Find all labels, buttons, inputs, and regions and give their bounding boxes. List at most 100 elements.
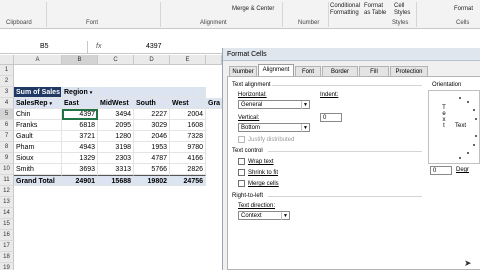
row-header[interactable]: 19 — [0, 263, 14, 270]
row-header[interactable]: 2 — [0, 76, 14, 87]
format-button[interactable]: Format — [454, 6, 473, 12]
grand-total-cell[interactable]: 19802 — [134, 175, 170, 186]
cell-styles-button[interactable]: Cell Styles — [394, 3, 412, 17]
table-cell[interactable]: 2004 — [170, 109, 206, 120]
table-cell[interactable]: 5766 — [134, 164, 170, 175]
pivot-col-label[interactable]: West — [170, 98, 206, 109]
grand-total-label[interactable]: Grand Total — [14, 175, 62, 186]
table-cell[interactable]: 1329 — [62, 153, 98, 164]
indent-stepper[interactable]: 0 — [320, 113, 342, 122]
table-cell[interactable]: 2046 — [134, 131, 170, 142]
filter-dropdown-icon[interactable]: ▾ — [90, 90, 93, 96]
row-header[interactable]: 6 — [0, 120, 14, 131]
row-header[interactable]: 1 — [0, 65, 14, 76]
table-cell[interactable]: 4166 — [170, 153, 206, 164]
column-header-e[interactable]: E — [170, 55, 206, 65]
formula-input[interactable]: 4397 — [146, 41, 162, 53]
function-icon[interactable]: fx — [96, 41, 101, 53]
table-cell[interactable]: 3029 — [134, 120, 170, 131]
row-header[interactable]: 17 — [0, 241, 14, 252]
pivot-data-field[interactable]: Sum of Sales — [14, 87, 62, 98]
text-direction-label: Text direction: — [238, 203, 276, 209]
table-cell-selected[interactable]: 4397 — [62, 109, 98, 120]
orientation-control[interactable]: Text Text — [428, 90, 480, 164]
styles-group-label: Styles — [392, 20, 409, 26]
name-box[interactable]: B5 — [0, 41, 88, 53]
select-all-corner[interactable] — [0, 55, 14, 65]
row-header[interactable]: 7 — [0, 131, 14, 142]
column-header-b[interactable]: B — [62, 55, 98, 65]
wrap-text-checkbox[interactable] — [238, 158, 245, 165]
vertical-select[interactable]: Bottom ▼ — [238, 123, 310, 132]
row-header[interactable]: 8 — [0, 142, 14, 153]
row-header[interactable]: 18 — [0, 252, 14, 263]
row-header[interactable]: 3 — [0, 87, 14, 98]
table-cell[interactable]: 9780 — [170, 142, 206, 153]
column-header-a[interactable]: A — [14, 55, 62, 65]
row-header[interactable]: 15 — [0, 219, 14, 230]
table-cell[interactable]: 2227 — [134, 109, 170, 120]
pivot-row-label[interactable]: Sioux — [14, 153, 62, 164]
column-header-f[interactable] — [206, 55, 222, 65]
table-cell[interactable]: 6818 — [62, 120, 98, 131]
pivot-row-field[interactable]: SalesRep ▾ — [14, 98, 62, 109]
pivot-col-label[interactable]: South — [134, 98, 170, 109]
column-header-c[interactable]: C — [98, 55, 134, 65]
row-header[interactable]: 10 — [0, 164, 14, 175]
vertical-text-orientation[interactable]: Text — [441, 105, 447, 129]
degrees-stepper[interactable]: 0 — [430, 166, 452, 175]
table-cell[interactable]: 3198 — [98, 142, 134, 153]
grand-total-cell[interactable]: 24901 — [62, 175, 98, 186]
table-cell[interactable]: 4943 — [62, 142, 98, 153]
merge-center-button[interactable]: Merge & Center — [232, 6, 274, 12]
vertical-label: Vertical: — [238, 115, 260, 121]
pivot-row-label[interactable]: Pham — [14, 142, 62, 153]
row-header[interactable]: 9 — [0, 153, 14, 164]
filter-dropdown-icon[interactable]: ▾ — [49, 101, 52, 107]
table-cell[interactable]: 3721 — [62, 131, 98, 142]
row-header[interactable]: 5 — [0, 109, 14, 120]
table-cell[interactable]: 2303 — [98, 153, 134, 164]
table-cell[interactable]: 1953 — [134, 142, 170, 153]
grand-total-cell[interactable]: 24756 — [170, 175, 206, 186]
row-header[interactable]: 16 — [0, 230, 14, 241]
table-cell[interactable]: 1280 — [98, 131, 134, 142]
table-cell[interactable]: 2826 — [170, 164, 206, 175]
table-cell[interactable]: 3693 — [62, 164, 98, 175]
merge-cells-checkbox[interactable] — [238, 180, 245, 187]
pivot-column-field[interactable]: Region ▾ — [62, 87, 98, 98]
pivot-col-label[interactable]: MidWest — [98, 98, 134, 109]
orientation-text-label: Text — [455, 123, 467, 129]
row-header[interactable]: 13 — [0, 197, 14, 208]
pivot-col-label[interactable]: East — [62, 98, 98, 109]
row-header[interactable]: 14 — [0, 208, 14, 219]
number-group-label: Number — [298, 20, 320, 26]
row-header[interactable]: 4 — [0, 98, 14, 109]
section-divider — [272, 85, 422, 86]
table-cell[interactable]: 3494 — [98, 109, 134, 120]
pivot-col-label[interactable]: Gra — [206, 98, 222, 109]
conditional-formatting-button[interactable]: Conditional Formatting — [330, 3, 360, 17]
pivot-row-label[interactable]: Gault — [14, 131, 62, 142]
table-cell[interactable]: 4787 — [134, 153, 170, 164]
table-cell[interactable]: 2095 — [98, 120, 134, 131]
formula-bar: B5 fx 4397 — [0, 40, 222, 54]
grand-total-cell[interactable]: 15688 — [98, 175, 134, 186]
pivot-row-label[interactable]: Chin — [14, 109, 62, 120]
column-header-d[interactable]: D — [134, 55, 170, 65]
chevron-down-icon: ▼ — [301, 101, 309, 109]
text-direction-select[interactable]: Context ▼ — [238, 211, 290, 220]
table-cell[interactable]: 3313 — [98, 164, 134, 175]
row-header[interactable]: 12 — [0, 186, 14, 197]
table-cell[interactable]: 1608 — [170, 120, 206, 131]
table-cell[interactable]: 7328 — [170, 131, 206, 142]
format-as-table-button[interactable]: Format as Table — [364, 3, 390, 17]
pivot-row-label[interactable]: Smith — [14, 164, 62, 175]
row-header[interactable]: 11 — [0, 175, 14, 186]
justify-distributed-checkbox[interactable] — [238, 136, 245, 143]
pivot-row-label[interactable]: Franks — [14, 120, 62, 131]
horizontal-select[interactable]: General ▼ — [238, 100, 310, 109]
text-direction-value: Context — [241, 213, 262, 219]
shrink-to-fit-checkbox[interactable] — [238, 169, 245, 176]
chevron-down-icon: ▼ — [301, 124, 309, 132]
